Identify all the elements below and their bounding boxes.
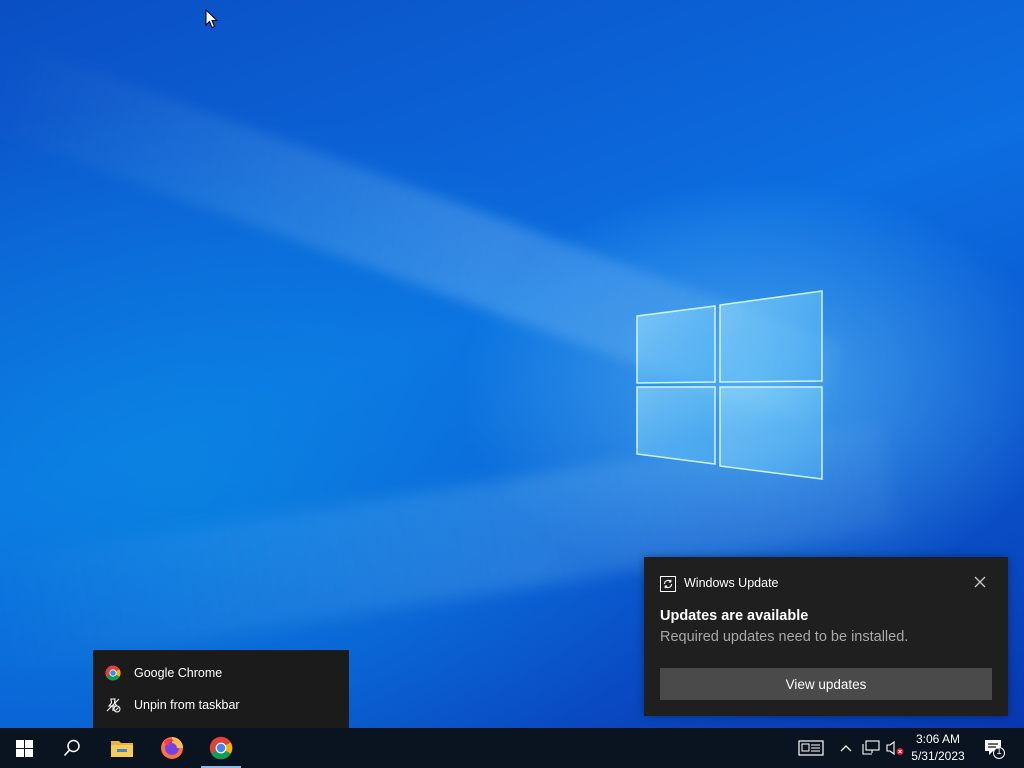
chrome-icon: [209, 736, 233, 760]
volume-button[interactable]: [884, 736, 906, 760]
chevron-up-icon: [840, 745, 852, 752]
jumplist-item-unpin[interactable]: Unpin from taskbar: [93, 690, 349, 720]
jumplist-item-google-chrome[interactable]: Google Chrome: [93, 658, 349, 688]
search-button[interactable]: [48, 728, 96, 768]
folder-icon: [111, 741, 133, 757]
firefox-button[interactable]: [148, 728, 196, 768]
jumplist-item-label: Unpin from taskbar: [134, 698, 240, 712]
firefox-icon: [161, 737, 183, 759]
notification-icon: [985, 740, 1005, 759]
action-center-button[interactable]: 1: [982, 736, 1006, 760]
start-button[interactable]: [0, 728, 48, 768]
jumplist-item-label: Google Chrome: [134, 666, 223, 680]
taskbar-clock[interactable]: 3:06 AM 5/31/2023: [905, 731, 971, 765]
network-icon: [862, 740, 880, 755]
volume-muted-icon: [886, 740, 904, 756]
chrome-icon: [105, 665, 121, 681]
news-and-interests-button[interactable]: [797, 736, 825, 760]
unpin-icon: [106, 698, 121, 713]
toast-app-name: Windows Update: [684, 576, 779, 590]
windows-update-icon: [660, 576, 676, 592]
clock-date: 5/31/2023: [911, 749, 965, 763]
mouse-cursor: [205, 9, 219, 29]
news-icon: [798, 740, 824, 756]
chrome-button[interactable]: [197, 728, 245, 768]
toast-title: Updates are available: [660, 608, 809, 624]
windows-icon: [15, 739, 33, 757]
notification-count-badge: 1: [996, 746, 1002, 756]
search-icon: [63, 739, 80, 757]
show-hidden-icons-button[interactable]: [838, 736, 854, 760]
view-updates-button[interactable]: View updates: [660, 668, 992, 700]
close-icon[interactable]: [973, 575, 987, 589]
clock-time: 3:06 AM: [915, 732, 961, 746]
chrome-jump-list: Google Chrome Unpin from taskbar: [93, 650, 349, 728]
taskbar: 3:06 AM 5/31/2023 1: [0, 728, 1024, 768]
file-explorer-button[interactable]: [98, 728, 146, 768]
network-button[interactable]: [861, 736, 881, 760]
windows-update-toast[interactable]: Windows Update Updates are available Req…: [644, 557, 1008, 716]
toast-body: Required updates need to be installed.: [660, 629, 909, 645]
